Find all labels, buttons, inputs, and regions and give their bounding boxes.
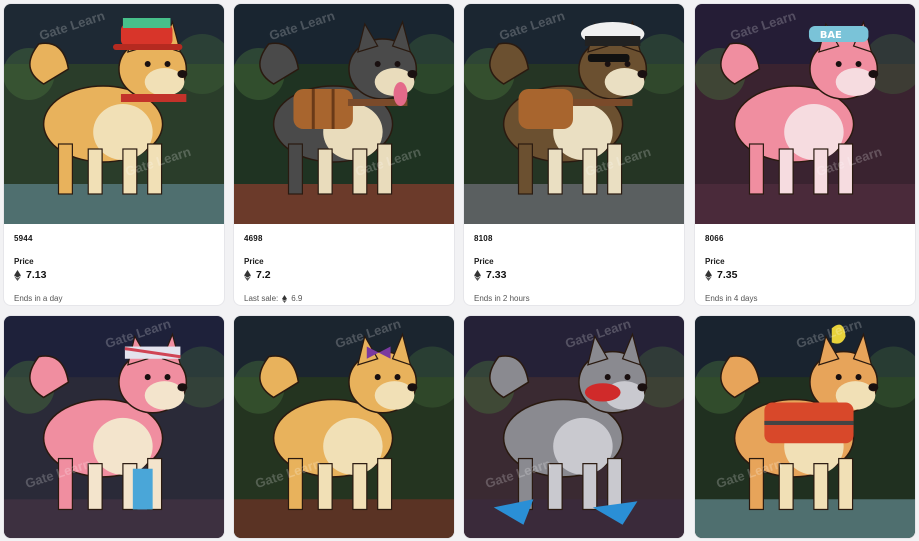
nft-card[interactable]: Gate Learn Gate Learn 4698 Price 7.2 Las… [233,3,455,306]
nft-image[interactable]: Gate Learn Gate Learn [234,4,454,224]
card-footer: Ends in 4 days [705,294,905,303]
nft-card[interactable]: Gate Learn Gate Learn [233,315,455,539]
eth-icon [282,294,288,303]
price-label: Price [244,257,264,266]
token-id: 5944 [14,234,33,243]
barrel [293,89,353,129]
nft-artwork [4,4,224,224]
nft-artwork: BAE [695,4,915,224]
footer-text: Ends in 4 days [705,294,758,303]
nft-artwork [695,316,915,538]
red-mask [584,383,621,402]
card-info: 8066 Price 7.35 Ends in 4 days [695,224,915,305]
eth-icon [705,269,712,281]
token-id: 8108 [474,234,493,243]
nft-artwork [464,4,684,224]
price-value: 7.33 [486,269,507,281]
footer-text: Last sale: [244,294,279,303]
nft-image[interactable]: BAE Gate Learn Gate Learn [695,4,915,224]
nft-image[interactable]: Gate Learn Gate Learn [4,4,224,224]
price-row: 7.33 [474,269,674,281]
nft-image[interactable]: Gate Learn Gate Learn [234,316,454,538]
nft-card[interactable]: Gate Learn Gate Learn [463,315,685,539]
price-row: 7.35 [705,269,905,281]
nft-image[interactable]: Gate Learn Gate Learn [464,4,684,224]
footer-text: Ends in a day [14,294,63,303]
nft-card[interactable]: Gate Learn Gate Learn [3,315,225,539]
token-id: 8066 [705,234,724,243]
nft-artwork [4,316,224,538]
eth-icon [14,269,21,281]
card-info: 8108 Price 7.33 Ends in 2 hours [464,224,684,305]
nft-artwork [464,316,684,538]
nft-image[interactable]: Gate Learn Gate Learn [4,316,224,538]
token-id: 4698 [244,234,263,243]
price-label: Price [14,257,34,266]
card-footer: Ends in a day [14,294,214,303]
nft-card[interactable]: Gate Learn Gate Learn 5944 Price 7.13 En… [3,3,225,306]
footer-text: Ends in 2 hours [474,294,530,303]
card-info: 5944 Price 7.13 Ends in a day [4,224,224,305]
card-footer: Ends in 2 hours [474,294,674,303]
nft-image[interactable]: Gate Learn Gate Learn [464,316,684,538]
price-label: Price [474,257,494,266]
nft-artwork [234,316,454,538]
card-info: 4698 Price 7.2 Last sale: 6.9 [234,224,454,305]
price-value: 7.13 [26,269,47,281]
nft-card[interactable]: Gate Learn Gate Learn 8108 Price 7.33 En… [463,3,685,306]
price-label: Price [705,257,725,266]
price-row: 7.13 [14,269,214,281]
nft-grid: Gate Learn Gate Learn 5944 Price 7.13 En… [0,0,919,541]
eth-icon [244,269,251,281]
nft-card[interactable]: BAE Gate Learn Gate Learn 8066 Price 7.3… [694,3,916,306]
last-sale-value: 6.9 [291,294,303,303]
price-row: 7.2 [244,269,444,281]
nft-card[interactable]: Gate Learn Gate Learn [694,315,916,539]
card-footer: Last sale: 6.9 [244,294,444,303]
price-value: 7.35 [717,269,738,281]
eth-icon [474,269,481,281]
svg-text:BAE: BAE [820,30,842,41]
nft-artwork [234,4,454,224]
price-value: 7.2 [256,269,271,281]
nft-image[interactable]: Gate Learn Gate Learn [695,316,915,538]
